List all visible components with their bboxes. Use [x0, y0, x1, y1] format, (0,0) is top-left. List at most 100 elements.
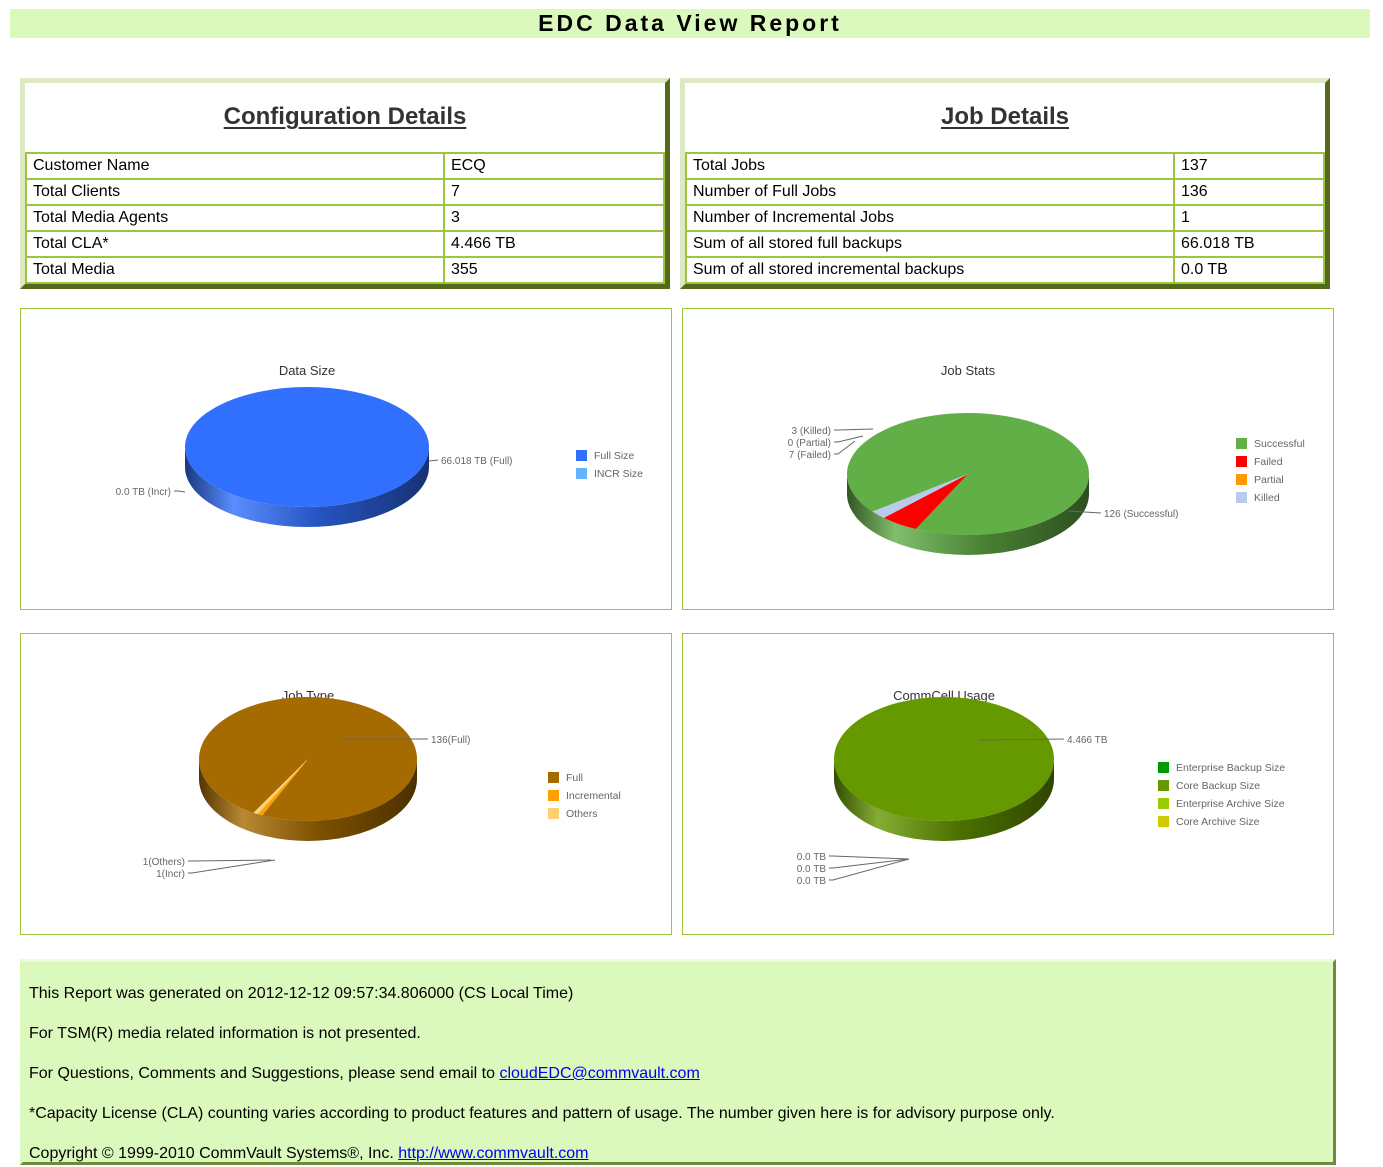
data-label: 1(Incr)	[156, 869, 185, 880]
legend-swatch-enterprise-archive-size	[1158, 798, 1169, 809]
row-label: Total Media Agents	[25, 204, 445, 232]
legend-swatch-full-size	[576, 450, 587, 461]
data-size-chart-panel: Data Size 66.018 TB (Full) 0.0 TB (Incr) Fu…	[20, 308, 672, 610]
legend-label: Killed	[1254, 492, 1280, 504]
row-label: Number of Incremental Jobs	[685, 204, 1175, 232]
row-value: 137	[1173, 152, 1325, 180]
legend-swatch-partial	[1236, 474, 1247, 485]
chart-title: Data Size	[279, 363, 335, 378]
data-label: 3 (Killed)	[792, 426, 831, 437]
configuration-details-table: Customer Name ECQ Total Clients 7 Total Me…	[25, 152, 665, 284]
table-row: Number of Incremental Jobs 1	[685, 204, 1325, 232]
table-row: Total Clients 7	[25, 178, 665, 206]
row-label: Number of Full Jobs	[685, 178, 1175, 206]
data-label: 4.466 TB	[1067, 735, 1108, 746]
row-value: 355	[443, 256, 665, 284]
legend-swatch-incr-size	[576, 468, 587, 479]
row-value: ECQ	[443, 152, 665, 180]
contact-email-link[interactable]: cloudEDC@commvault.com	[499, 1065, 699, 1082]
row-label: Sum of all stored full backups	[685, 230, 1175, 258]
legend-label: Enterprise Backup Size	[1176, 762, 1285, 774]
tsm-note: For TSM(R) media related information is …	[29, 1025, 421, 1042]
commcell-usage-pie-chart: CommCell Usage0.0 TB4.466 TB0.0 TB0.0 TB…	[797, 688, 1286, 887]
table-row: Total Jobs 137	[685, 152, 1325, 180]
job-stats-chart-panel: Job Stats 126 (Successful) 7 (Failed) 0 (Pa…	[682, 308, 1334, 610]
leader-line	[829, 858, 910, 869]
table-row: Sum of all stored incremental backups 0.0…	[685, 256, 1325, 284]
legend-label: Full Size	[594, 450, 634, 462]
row-label: Total Clients	[25, 178, 445, 206]
row-label: Total Media	[25, 256, 445, 284]
job-stats-pie-chart: Job Stats 126 (Successful) 7 (Failed)0 (Pa…	[788, 363, 1305, 555]
row-value: 7	[443, 178, 665, 206]
legend-swatch-others	[548, 808, 559, 819]
leader-line	[829, 855, 910, 860]
pie-slice-full	[199, 697, 418, 822]
legend-label: Successful	[1254, 438, 1305, 450]
legend-swatch-failed	[1236, 456, 1247, 467]
job-type-pie-chart: Job Type136(Full)1(Incr)1(Others)FullInc…	[143, 688, 621, 880]
configuration-details-heading: Configuration Details	[223, 103, 467, 130]
leader-line	[174, 490, 186, 493]
job-details-table: Total Jobs 137 Number of Full Jobs 136 Num…	[685, 152, 1325, 284]
contact-line: For Questions, Comments and Suggestions,…	[29, 1064, 1333, 1083]
table-row: Customer Name ECQ	[25, 152, 665, 180]
legend-label: Failed	[1254, 456, 1283, 468]
data-size-pie-chart: Data Size 66.018 TB (Full) 0.0 TB (Incr) Fu…	[116, 363, 643, 527]
job-details-heading: Job Details	[940, 103, 1070, 130]
leader-line	[834, 435, 864, 443]
row-value: 4.466 TB	[443, 230, 665, 258]
report-title: EDC Data View Report	[538, 10, 842, 36]
leader-line	[188, 859, 276, 874]
legend-swatch-full	[548, 772, 559, 783]
table-row: Total Media 355	[25, 256, 665, 284]
data-label: 126 (Successful)	[1104, 509, 1178, 520]
chart-title: Job Stats	[941, 363, 996, 378]
row-value: 1	[1173, 204, 1325, 232]
legend-label: Core Archive Size	[1176, 816, 1260, 828]
legend-swatch-core-backup-size	[1158, 780, 1169, 791]
legend-swatch-incremental	[548, 790, 559, 801]
data-label: 66.018 TB (Full)	[441, 456, 513, 467]
leader-line	[829, 858, 910, 881]
data-label: 136(Full)	[431, 735, 470, 746]
report-header: EDC Data View Report	[10, 9, 1370, 38]
copyright-text: Copyright © 1999-2010 CommVault Systems®…	[29, 1145, 399, 1162]
table-row: Total Media Agents 3	[25, 204, 665, 232]
pie-slice-core-backup-size	[834, 697, 1054, 821]
table-row: Sum of all stored full backups 66.018 TB	[685, 230, 1325, 258]
data-label: 0.0 TB	[797, 852, 827, 863]
legend-swatch-enterprise-backup-size	[1158, 762, 1169, 773]
legend-label: Core Backup Size	[1176, 780, 1260, 792]
row-value: 0.0 TB	[1173, 256, 1325, 284]
generated-timestamp: This Report was generated on 2012-12-12 …	[29, 985, 574, 1002]
pie-slice-full-size	[185, 387, 429, 507]
leader-line	[428, 459, 439, 462]
legend-label: Full	[566, 772, 583, 784]
commvault-website-link[interactable]: http://www.commvault.com	[398, 1145, 588, 1162]
row-value: 66.018 TB	[1173, 230, 1325, 258]
commcell-usage-chart-panel: CommCell Usage 0.0 TB 4.466 TB 0.0 TB 0.0 TB…	[682, 633, 1334, 935]
legend-swatch-core-archive-size	[1158, 816, 1169, 827]
cla-note: *Capacity License (CLA) counting varies …	[29, 1105, 1055, 1122]
data-label: 0.0 TB	[797, 876, 827, 887]
leader-line	[834, 428, 874, 431]
legend-label: INCR Size	[594, 468, 643, 480]
data-label: 1(Others)	[143, 857, 185, 868]
row-value: 136	[1173, 178, 1325, 206]
configuration-details-panel: Configuration Details Customer Name ECQ T…	[20, 78, 670, 289]
data-label: 0.0 TB	[797, 864, 827, 875]
legend-label: Partial	[1254, 474, 1284, 486]
legend-swatch-successful	[1236, 438, 1247, 449]
row-label: Customer Name	[25, 152, 445, 180]
data-label: 0.0 TB (Incr)	[116, 487, 171, 498]
legend-label: Incremental	[566, 790, 621, 802]
legend-label: Enterprise Archive Size	[1176, 798, 1285, 810]
leader-line	[188, 859, 272, 862]
row-value: 3	[443, 204, 665, 232]
table-row: Number of Full Jobs 136	[685, 178, 1325, 206]
row-label: Total CLA*	[25, 230, 445, 258]
table-row: Total CLA* 4.466 TB	[25, 230, 665, 258]
job-details-panel: Job Details Total Jobs 137 Number of Full…	[680, 78, 1330, 289]
data-label: 7 (Failed)	[789, 450, 831, 461]
